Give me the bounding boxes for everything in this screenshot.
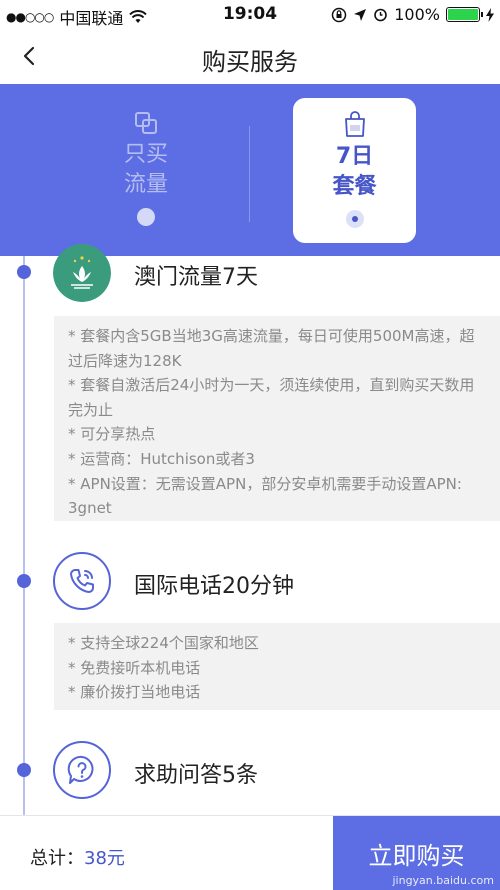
total-price: 38元 xyxy=(84,848,125,869)
buy-button-label: 立即购买 xyxy=(368,842,465,870)
option-7day-package[interactable]: 7日 套餐 xyxy=(293,98,416,243)
detail-line: * APN设置：无需设置APN，部分安卓机需要手动设置APN: 3gnet xyxy=(68,474,462,518)
option-divider xyxy=(249,126,250,222)
page-title: 购买服务 xyxy=(202,48,298,76)
location-arrow-icon xyxy=(354,8,367,21)
option-label-line2: 流量 xyxy=(123,172,168,197)
status-right: 100% xyxy=(331,5,494,24)
detail-line: * 廉价拨打当地电话 xyxy=(68,683,201,702)
option-label-line1: 7日 xyxy=(335,144,374,169)
detail-line: * 运营商：Hutchison或者3 xyxy=(68,449,255,468)
plan-selector: 只买 流量 7日 套餐 xyxy=(0,84,500,256)
timeline-line xyxy=(23,256,25,816)
section-title: 求助问答5条 xyxy=(134,763,258,788)
section-details: * 套餐内含5GB当地3G高速流量，每日可使用500M高速，超过后降速为128K… xyxy=(54,316,500,521)
charging-bolt-icon xyxy=(486,7,494,22)
detail-line: * 套餐自激活后24小时为一天，须连续使用，直到购买天数用完为止 xyxy=(68,376,475,419)
alarm-icon xyxy=(374,8,388,22)
total-summary: 总计：38元 xyxy=(30,844,125,870)
radio-unselected xyxy=(137,208,155,226)
radio-selected xyxy=(345,210,364,228)
checkout-bar: 总计：38元 立即购买 jingyan.baidu.com xyxy=(0,815,500,890)
option-label-line2: 套餐 xyxy=(332,174,377,199)
status-bar: ●●○○○ 中国联通 19:04 100% xyxy=(0,0,500,30)
shopping-bag-icon xyxy=(344,111,365,137)
battery-icon xyxy=(446,7,483,22)
purchase-service-screen: ●●○○○ 中国联通 19:04 100% 购买服务 只买 流量 7日 套餐 澳… xyxy=(0,0,500,890)
question-bubble-icon xyxy=(53,741,111,799)
section-title: 澳门流量7天 xyxy=(134,265,258,290)
option-label-line1: 只买 xyxy=(123,142,168,167)
buy-now-button[interactable]: 立即购买 jingyan.baidu.com xyxy=(333,816,500,890)
detail-line: * 支持全球224个国家和地区 xyxy=(68,634,259,652)
total-label: 总计： xyxy=(30,848,84,869)
orientation-lock-icon xyxy=(332,7,347,22)
detail-line: * 免费接听本机电话 xyxy=(68,658,201,677)
watermark: jingyan.baidu.com xyxy=(392,874,494,887)
timeline-dot xyxy=(17,265,31,279)
navigation-bar: 购买服务 xyxy=(0,30,500,84)
option-data-only[interactable]: 只买 流量 xyxy=(100,110,192,226)
section-details: * 支持全球224个国家和地区 * 免费接听本机电话 * 廉价拨打当地电话 xyxy=(54,623,500,710)
timeline-dot xyxy=(17,574,31,588)
battery-percent: 100% xyxy=(394,5,440,24)
detail-line: * 套餐内含5GB当地3G高速流量，每日可使用500M高速，超过后降速为128K xyxy=(68,327,475,370)
timeline-dot xyxy=(17,763,31,777)
detail-line: * 可分享热点 xyxy=(68,425,156,444)
macau-flag-icon xyxy=(53,244,111,302)
phone-call-icon xyxy=(53,552,111,610)
copy-squares-icon xyxy=(135,112,157,134)
section-title: 国际电话20分钟 xyxy=(134,574,294,599)
